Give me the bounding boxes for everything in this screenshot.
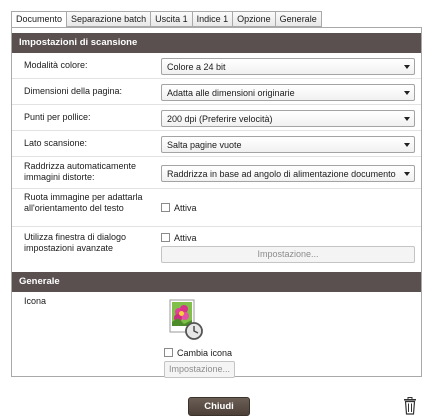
general-header: Generale <box>12 272 421 292</box>
deskew-row: Raddrizza automaticamente immagini disto… <box>12 157 421 189</box>
advanced-label: Utilizza finestra di dialogo impostazion… <box>24 232 127 253</box>
change-icon-label[interactable]: Cambia icona <box>177 348 232 358</box>
scan-side-label: Lato scansione: <box>24 138 88 148</box>
color-mode-label: Modalità colore: <box>24 60 88 70</box>
page-size-value: Adatta alle dimensioni originarie <box>167 88 295 98</box>
dpi-row: Punti per pollice: 200 dpi (Preferire ve… <box>12 105 421 131</box>
page-size-row: Dimensioni della pagina: Adatta alle dim… <box>12 79 421 105</box>
tab-uscita-1[interactable]: Uscita 1 <box>151 11 193 27</box>
advanced-row: Utilizza finestra di dialogo impostazion… <box>12 227 421 272</box>
deskew-value: Raddrizza in base ad angolo di alimentaz… <box>167 169 396 179</box>
scan-side-row: Lato scansione: Salta pagine vuote <box>12 131 421 157</box>
photo-app-icon <box>169 299 203 340</box>
dpi-select[interactable]: 200 dpi (Preferire velocità) <box>161 110 415 127</box>
rotate-row: Ruota immagine per adattarla all'orienta… <box>12 189 421 227</box>
chevron-down-icon <box>404 117 410 121</box>
color-mode-value: Colore a 24 bit <box>167 62 226 72</box>
chevron-down-icon <box>404 172 410 176</box>
deskew-select[interactable]: Raddrizza in base ad angolo di alimentaz… <box>161 165 415 182</box>
trash-icon[interactable] <box>403 397 417 415</box>
scan-settings-header: Impostazioni di scansione <box>12 33 421 53</box>
tab-indice-1[interactable]: Indice 1 <box>192 11 234 27</box>
scan-side-value: Salta pagine vuote <box>167 140 242 150</box>
color-mode-select[interactable]: Colore a 24 bit <box>161 58 415 75</box>
icon-label: Icona <box>24 296 47 306</box>
page-size-select[interactable]: Adatta alle dimensioni originarie <box>161 84 415 101</box>
tab-opzione[interactable]: Opzione <box>233 11 276 27</box>
tab-documento[interactable]: Documento <box>11 11 68 28</box>
change-icon-checkbox[interactable] <box>164 348 173 357</box>
color-mode-row: Modalità colore: Colore a 24 bit <box>12 53 421 79</box>
advanced-checkbox-label[interactable]: Attiva <box>174 233 197 243</box>
rotate-label: Ruota immagine per adattarla all'orienta… <box>24 192 143 213</box>
scan-side-select[interactable]: Salta pagine vuote <box>161 136 415 153</box>
chevron-down-icon <box>404 65 410 69</box>
chevron-down-icon <box>404 143 410 147</box>
advanced-settings-button[interactable]: Impostazione... <box>161 246 415 263</box>
rotate-checkbox-label[interactable]: Attiva <box>174 203 197 213</box>
tab-separazione-batch[interactable]: Separazione batch <box>67 11 152 27</box>
tab-bar: Documento Separazione batch Uscita 1 Ind… <box>11 11 322 28</box>
chevron-down-icon <box>404 91 410 95</box>
deskew-label: Raddrizza automaticamente immagini disto… <box>24 161 137 182</box>
settings-panel: Impostazioni di scansione Modalità color… <box>11 27 422 378</box>
close-button[interactable]: Chiudi <box>188 397 250 416</box>
advanced-checkbox[interactable] <box>161 233 170 242</box>
rotate-checkbox[interactable] <box>161 203 170 212</box>
dpi-value: 200 dpi (Preferire velocità) <box>167 114 273 124</box>
icon-settings-button[interactable]: Impostazione... <box>164 361 235 378</box>
page-size-label: Dimensioni della pagina: <box>24 86 123 96</box>
dpi-label: Punti per pollice: <box>24 112 91 122</box>
tab-generale[interactable]: Generale <box>275 11 322 27</box>
